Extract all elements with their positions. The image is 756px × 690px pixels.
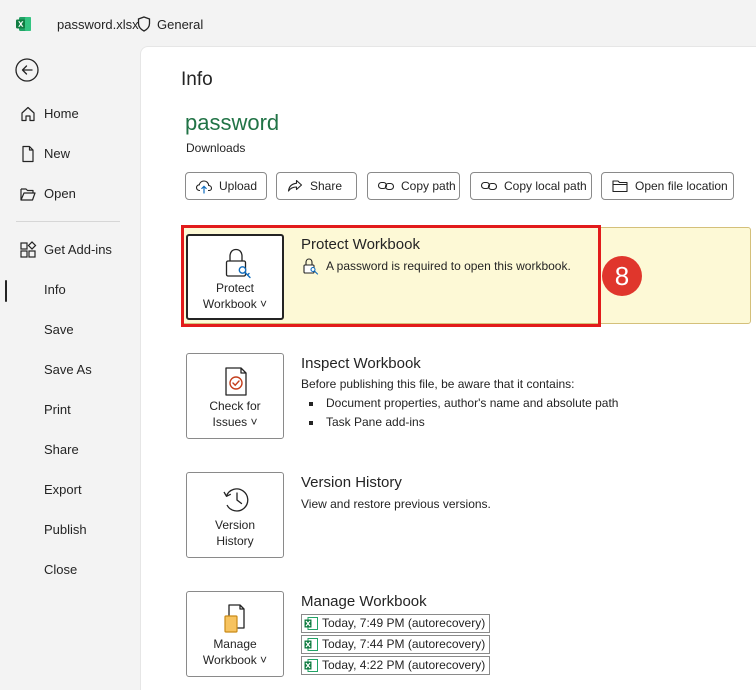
info-panel: Info password Downloads Upload Share Cop… (140, 46, 756, 690)
sidebar-item-close[interactable]: Close (0, 554, 140, 586)
sensitivity-label[interactable]: General (157, 17, 203, 32)
sidebar-item-share[interactable]: Share (0, 434, 140, 466)
share-label: Share (310, 179, 343, 193)
active-indicator (5, 280, 7, 302)
copy-local-path-button[interactable]: Copy local path (470, 172, 592, 200)
check-for-issues-button[interactable]: Check for Issues ˅ (186, 353, 284, 439)
sidebar-item-save[interactable]: Save (0, 314, 140, 346)
sidebar-item-label: Close (44, 562, 78, 577)
excel-file-icon (304, 659, 318, 672)
sidebar-item-label: Save (44, 322, 74, 337)
sidebar-item-new[interactable]: New (0, 138, 140, 170)
sidebar-item-label: Home (44, 106, 79, 121)
link-icon (377, 181, 395, 191)
sidebar-item-export[interactable]: Export (0, 474, 140, 506)
manage-workbook-title: Manage Workbook (301, 593, 427, 610)
title-bar: password.xlsx General (0, 0, 756, 46)
inspect-workbook-description: Before publishing this file, be aware th… (301, 377, 575, 391)
open-file-location-label: Open file location (635, 179, 728, 193)
sidebar-item-label: Open (44, 186, 76, 201)
manage-workbook-button[interactable]: Manage Workbook ˅ (186, 591, 284, 677)
version-history-button[interactable]: Version History (186, 472, 284, 558)
window-title-filename: password.xlsx (57, 17, 139, 32)
sidebar-item-label: Export (44, 482, 82, 497)
sidebar-item-print[interactable]: Print (0, 394, 140, 426)
sidebar-divider (16, 221, 120, 222)
manage-workbook-label: Manage Workbook ˅ (202, 637, 268, 667)
sidebar-item-home[interactable]: Home (0, 98, 140, 130)
sidebar-item-label: Save As (44, 362, 92, 377)
share-button[interactable]: Share (276, 172, 357, 200)
cloud-upload-icon (195, 180, 213, 194)
sidebar-item-label: Get Add-ins (44, 242, 112, 257)
home-icon (21, 106, 35, 122)
copy-local-path-label: Copy local path (504, 179, 587, 193)
inspect-document-icon (225, 367, 247, 396)
link-icon (480, 181, 498, 191)
excel-file-icon (304, 617, 318, 630)
version-entry[interactable]: Today, 7:44 PM (autorecovery) (301, 635, 491, 654)
version-history-description: View and restore previous versions. (301, 497, 491, 511)
upload-label: Upload (219, 179, 258, 193)
sidebar-item-label: New (44, 146, 71, 161)
add-ins-grid-icon (20, 241, 37, 258)
sidebar-item-label: Share (44, 442, 79, 457)
bullet-dot (309, 421, 313, 425)
sidebar-item-label: Print (44, 402, 71, 417)
version-history-title: Version History (301, 474, 402, 491)
backstage-sidebar: Home New Open Get Add-ins Info Save Save… (0, 46, 140, 690)
sidebar-item-save-as[interactable]: Save As (0, 354, 140, 386)
sidebar-item-get-add-ins[interactable]: Get Add-ins (0, 234, 140, 266)
document-name: password (185, 110, 280, 135)
share-arrow-icon (287, 179, 303, 192)
excel-logo-icon (16, 17, 31, 31)
upload-button[interactable]: Upload (185, 172, 267, 200)
inspect-workbook-title: Inspect Workbook (301, 355, 421, 372)
sidebar-item-label: Info (44, 282, 66, 297)
shield-icon[interactable] (137, 16, 151, 32)
highlight-box (181, 225, 601, 327)
manage-workbook-icon (224, 604, 245, 633)
sidebar-item-label: Publish (44, 522, 87, 537)
history-clock-icon (223, 488, 249, 512)
copy-path-button[interactable]: Copy path (367, 172, 460, 200)
version-entry[interactable]: Today, 4:22 PM (autorecovery) (301, 656, 491, 675)
open-folder-icon (20, 188, 36, 201)
page-title: Info (181, 69, 213, 90)
document-location: Downloads (186, 141, 246, 155)
excel-file-icon (304, 638, 318, 651)
sidebar-item-info[interactable]: Info (0, 274, 140, 306)
sidebar-item-open[interactable]: Open (0, 178, 140, 210)
version-entry[interactable]: Today, 7:49 PM (autorecovery) (301, 614, 491, 633)
back-arrow-icon[interactable] (15, 58, 39, 82)
bullet-dot (309, 402, 313, 406)
check-for-issues-label: Check for Issues ˅ (209, 399, 261, 429)
new-document-icon (22, 145, 34, 163)
step-number-badge: 8 (602, 256, 642, 296)
open-file-location-button[interactable]: Open file location (601, 172, 734, 200)
copy-path-label: Copy path (401, 179, 456, 193)
folder-icon (612, 180, 628, 193)
version-history-label: Version History (214, 518, 256, 548)
sidebar-item-publish[interactable]: Publish (0, 514, 140, 546)
